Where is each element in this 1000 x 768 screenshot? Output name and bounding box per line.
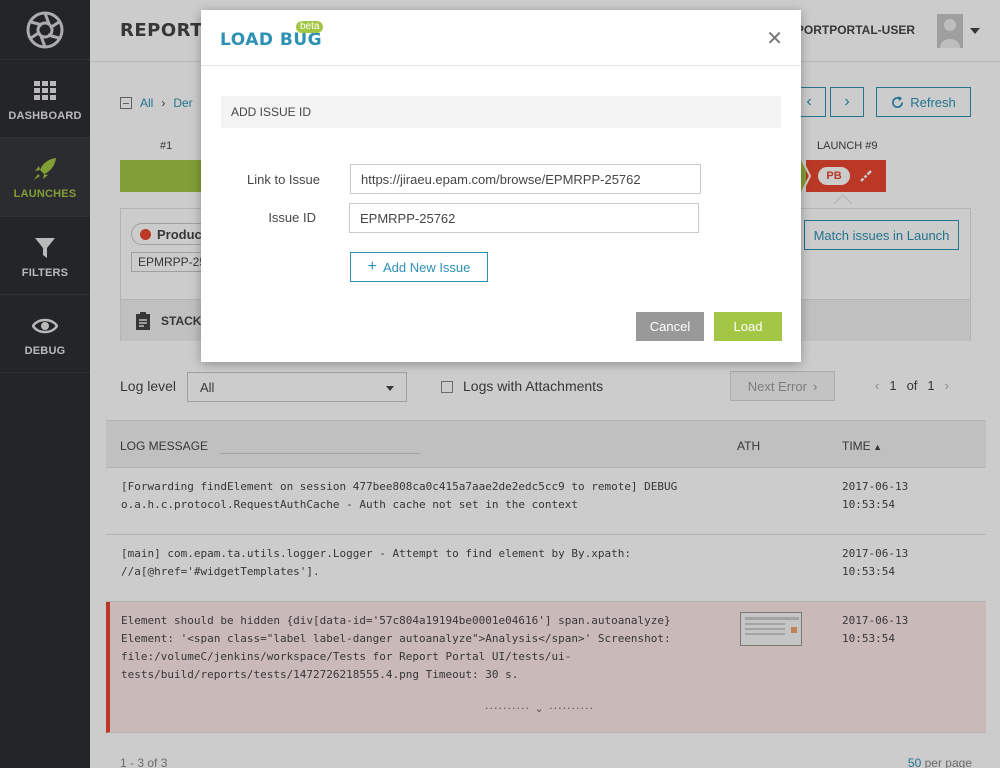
add-new-issue-button[interactable]: + Add New Issue — [350, 252, 488, 282]
beta-badge: beta — [296, 21, 324, 33]
issue-id-input[interactable]: EPMRPP-25762 — [349, 203, 699, 233]
link-to-issue-input[interactable]: https://jiraeu.epam.com/browse/EPMRPP-25… — [350, 164, 701, 194]
plus-icon: + — [367, 258, 377, 275]
modal-header: LOAD BUG beta ✕ — [201, 10, 801, 66]
close-icon[interactable]: ✕ — [766, 26, 783, 51]
modal-title: LOAD BUG — [220, 30, 323, 50]
link-to-issue-label: Link to Issue — [247, 172, 320, 187]
issue-id-label: Issue ID — [268, 210, 316, 225]
load-bug-modal: LOAD BUG beta ✕ ADD ISSUE ID Link to Iss… — [201, 10, 801, 362]
load-button[interactable]: Load — [714, 312, 782, 341]
cancel-button[interactable]: Cancel — [636, 312, 704, 341]
app-root: DASHBOARD LAUNCHES FILTERS DEBUG REPORTP… — [0, 0, 1000, 768]
section-title: ADD ISSUE ID — [221, 96, 781, 128]
add-new-issue-label: Add New Issue — [382, 259, 471, 275]
